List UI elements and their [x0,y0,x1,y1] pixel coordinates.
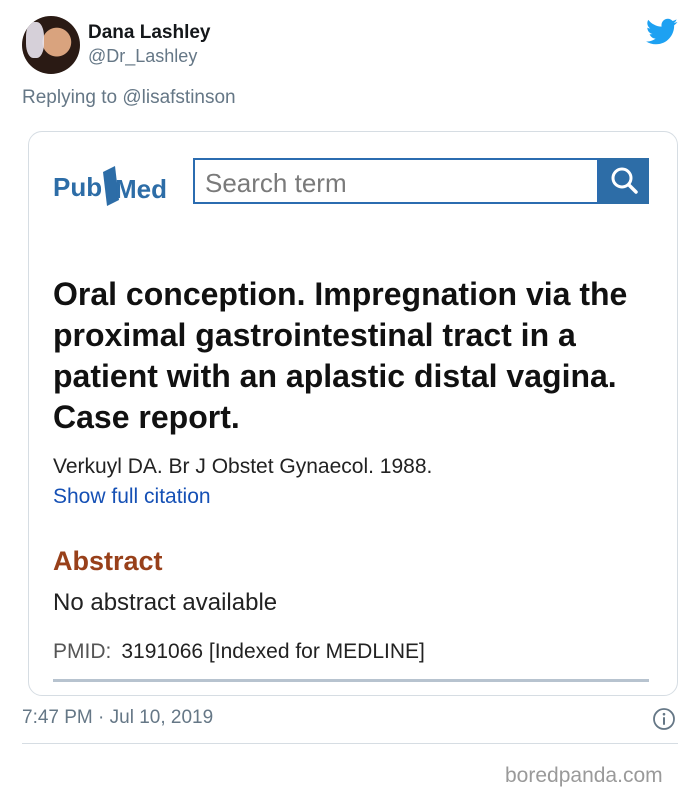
show-full-citation-link[interactable]: Show full citation [53,485,211,509]
reply-context: Replying to @lisafstinson [22,87,236,109]
pmid-label: PMID: [53,640,112,663]
search-placeholder: Search term [205,168,347,198]
magnifier-icon [611,167,638,194]
abstract-heading: Abstract [53,546,163,576]
author-handle[interactable]: @Dr_Lashley [88,46,197,67]
search-button[interactable] [599,158,649,204]
avatar[interactable] [22,16,80,74]
pmid-value: 3191066 [Indexed for MEDLINE] [121,640,425,663]
reply-prefix: Replying to [22,87,118,108]
abstract-text: No abstract available [53,589,278,616]
card-divider [53,679,649,682]
reply-to-handle[interactable]: @lisafstinson [122,87,235,108]
embedded-image-card[interactable]: Pub Med Search term Oral conception. Imp… [28,131,678,696]
pubmed-logo: Pub Med [53,166,167,206]
watermark: boredpanda.com [505,764,663,787]
article-title: Oral conception. Impregnation via the pr… [53,276,628,435]
tweet-divider [22,743,678,744]
search-input[interactable]: Search term [193,158,599,204]
author-name[interactable]: Dana Lashley [88,22,211,44]
logo-pub: Pub [53,172,102,202]
twitter-bird-icon[interactable] [646,18,678,46]
info-circle-icon[interactable] [652,707,676,731]
logo-med: Med [115,174,167,204]
tweet-timestamp[interactable]: 7:47 PM · Jul 10, 2019 [22,707,213,729]
pmid-line: PMID: 3191066 [Indexed for MEDLINE] [53,640,425,664]
article-citation: Verkuyl DA. Br J Obstet Gynaecol. 1988. [53,455,433,478]
tweet: Dana Lashley @Dr_Lashley Replying to @li… [0,0,700,760]
